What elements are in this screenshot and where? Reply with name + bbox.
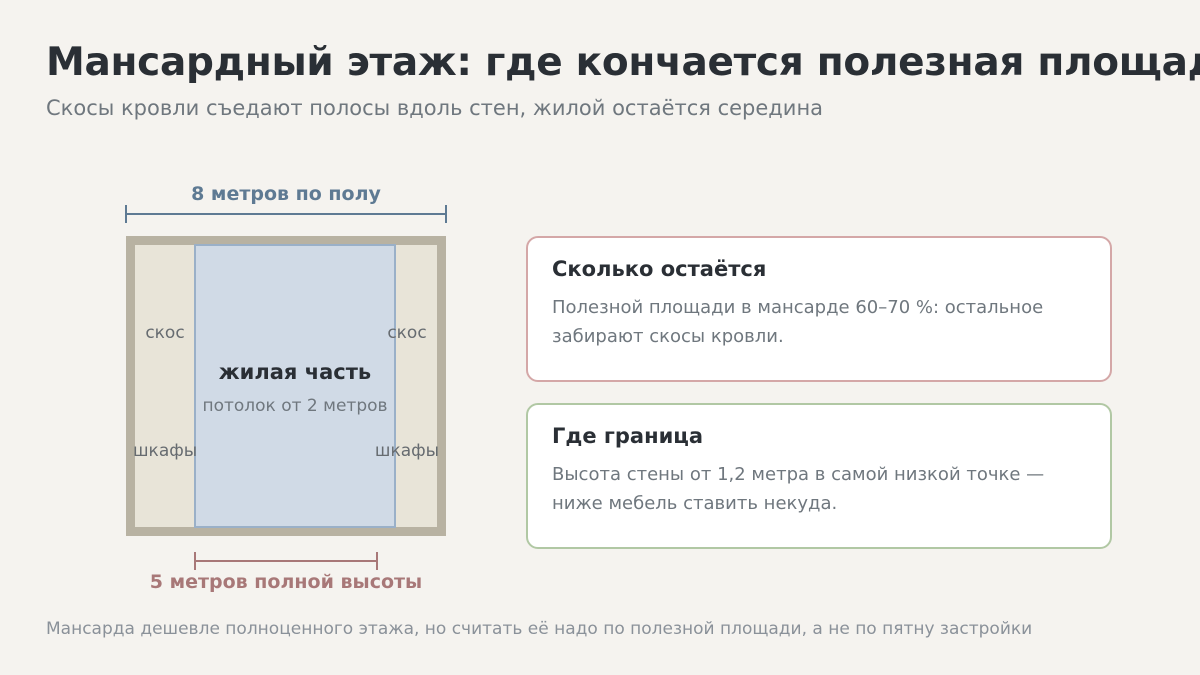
- living-area-subtitle: потолок от 2 метров: [202, 396, 388, 416]
- slope-right-label: скос: [387, 323, 427, 343]
- footer-note: Мансарда дешевле полноценного этажа, но …: [46, 619, 1033, 639]
- living-area-title: жилая часть: [218, 360, 372, 384]
- card-body-line: Высота стены от 1,2 метра в самой низкой…: [552, 464, 1045, 485]
- card-title: Сколько остаётся: [552, 257, 767, 281]
- cabinets-right-label: шкафы: [374, 441, 440, 461]
- card-body-line: ниже мебель ставить некуда.: [552, 493, 838, 514]
- slope-left-label: скос: [145, 323, 185, 343]
- attic-floor-diagram: 8 метров по полу 5 метров полной высоты …: [0, 0, 600, 620]
- card-body: Высота стены от 1,2 метра в самой низкой…: [552, 460, 1092, 518]
- full-height-dimension: [194, 552, 378, 570]
- card-body-line: Полезной площади в мансарде 60–70 %: ост…: [552, 297, 1044, 318]
- floor-width-dimension: [125, 205, 447, 223]
- floor-width-label: 8 метров по полу: [191, 183, 381, 205]
- card-how-much-remains: Сколько остаётся Полезной площади в манс…: [526, 236, 1112, 382]
- attic-floor-svg: [125, 205, 447, 570]
- card-body: Полезной площади в мансарде 60–70 %: ост…: [552, 293, 1092, 351]
- card-title: Где граница: [552, 424, 704, 448]
- card-body-line: забирают скосы кровли.: [552, 326, 784, 347]
- living-area: [194, 244, 396, 528]
- full-height-label: 5 метров полной высоты: [149, 571, 423, 593]
- card-where-boundary: Где граница Высота стены от 1,2 метра в …: [526, 403, 1112, 549]
- cabinets-left-label: шкафы: [133, 441, 198, 461]
